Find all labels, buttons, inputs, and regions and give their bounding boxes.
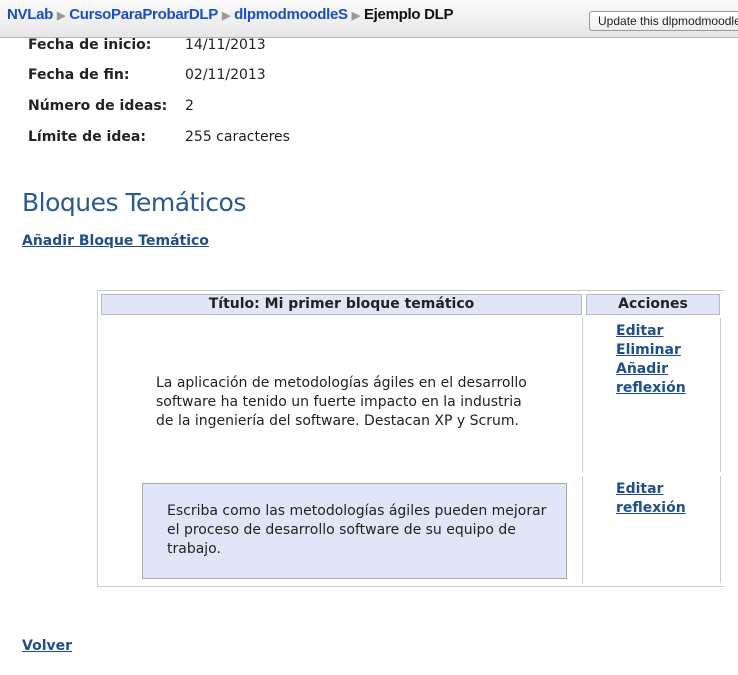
add-reflection-link[interactable]: Añadir reflexión (616, 360, 696, 398)
block-text: La aplicación de metodologías ágiles en … (156, 375, 527, 429)
field-value: 255 caracteres (185, 129, 290, 145)
blocks-table: Título: Mi primer bloque temático Accion… (97, 290, 724, 587)
breadcrumb-separator-icon: ▶ (351, 10, 360, 22)
block-actions: Editar Eliminar Añadir reflexión (616, 322, 696, 398)
divider (720, 476, 721, 583)
section-title: Bloques Temáticos (22, 188, 246, 217)
breadcrumb-current: Ejemplo DLP (363, 6, 454, 23)
breadcrumb-separator-icon: ▶ (222, 10, 231, 22)
divider (582, 476, 583, 583)
divider (582, 318, 583, 472)
reflection-box: Escriba como las metodologías ágiles pue… (142, 483, 567, 579)
field-value: 02/11/2013 (185, 67, 266, 83)
reflection-text: Escriba como las metodologías ágiles pue… (167, 503, 547, 557)
edit-block-link[interactable]: Editar (616, 322, 696, 341)
breadcrumb-separator-icon: ▶ (57, 10, 66, 22)
breadcrumb: NVLab ▶ CursoParaProbarDLP ▶ dlpmodmoodleS ▶ E… (7, 6, 453, 23)
breadcrumb-nvlab[interactable]: NVLab (7, 6, 53, 23)
edit-reflection-link[interactable]: Editar reflexión (616, 480, 696, 518)
breadcrumb-course[interactable]: CursoParaProbarDLP (69, 6, 218, 23)
title-header: Título: Mi primer bloque temático (101, 294, 582, 315)
field-label: Número de ideas: (28, 98, 168, 114)
add-block-link[interactable]: Añadir Bloque Temático (22, 233, 209, 249)
delete-block-link[interactable]: Eliminar (616, 341, 696, 360)
top-bar: NVLab ▶ CursoParaProbarDLP ▶ dlpmodmoodleS ▶ E… (0, 0, 738, 38)
actions-header: Acciones (586, 294, 720, 315)
field-value: 14/11/2013 (185, 37, 266, 53)
field-value: 2 (185, 98, 194, 114)
divider (720, 318, 721, 472)
breadcrumb-module[interactable]: dlpmodmoodleS (234, 6, 348, 23)
field-label: Límite de idea: (28, 129, 146, 145)
reflection-actions: Editar reflexión (616, 480, 696, 518)
update-button[interactable]: Update this dlpmodmoodleS (589, 11, 738, 31)
field-label: Fecha de fin: (28, 67, 130, 83)
back-link[interactable]: Volver (22, 638, 72, 654)
field-label: Fecha de inicio: (28, 37, 152, 53)
